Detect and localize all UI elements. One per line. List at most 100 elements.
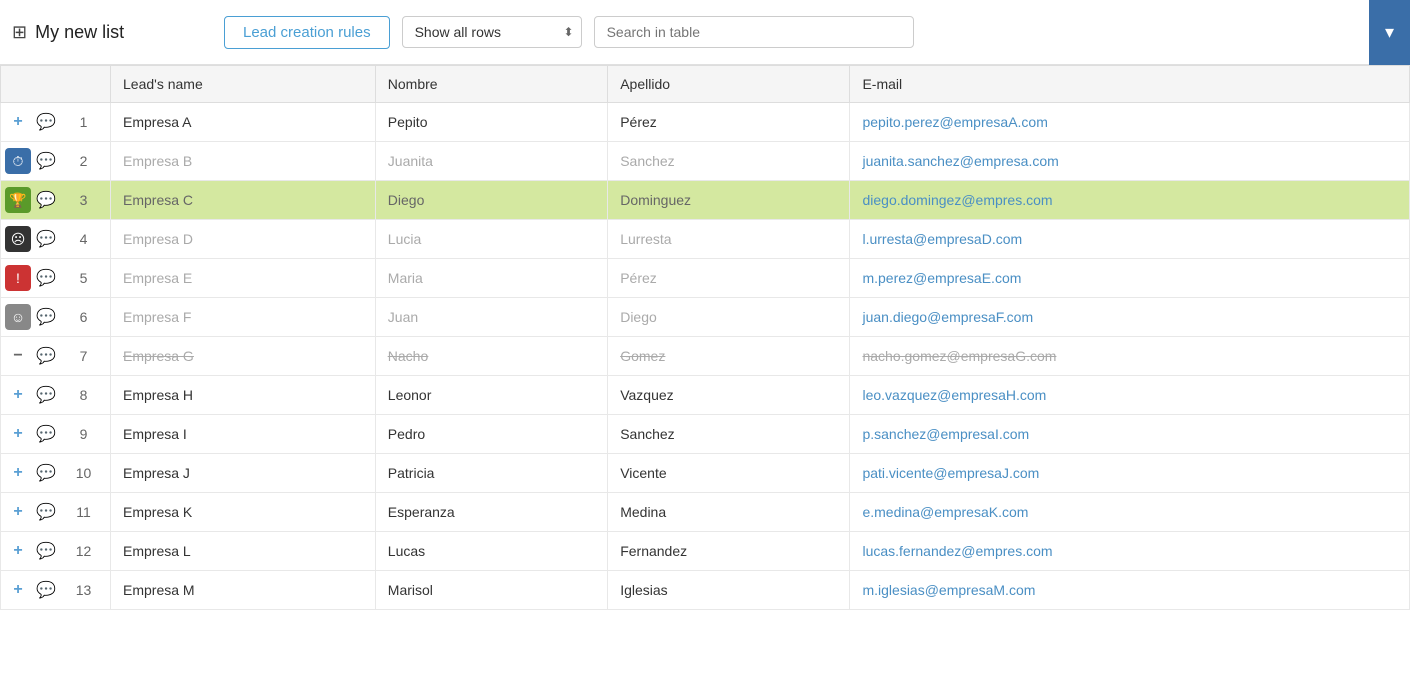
email-link[interactable]: l.urresta@empresaD.com [862,231,1022,247]
email-link[interactable]: lucas.fernandez@empres.com [862,543,1052,559]
email-link[interactable]: e.medina@empresaK.com [862,504,1028,520]
action-cell: ☹ 💬 4 [1,220,111,259]
action-button[interactable]: ☹ [5,226,31,252]
nombre-cell: Leonor [375,376,607,415]
apellido-cell: Sanchez [608,142,850,181]
email-link[interactable]: pati.vicente@empresaJ.com [862,465,1039,481]
comment-button[interactable]: 💬 [33,304,59,330]
comment-button[interactable]: 💬 [33,226,59,252]
comment-button[interactable]: 💬 [33,148,59,174]
comment-button[interactable]: 💬 [33,382,59,408]
table-container: Lead's name Nombre Apellido E-mail + 💬 1… [0,65,1410,610]
row-number: 5 [61,270,106,286]
nombre-cell: Lucia [375,220,607,259]
row-number: 2 [61,153,106,169]
action-button[interactable]: + [5,421,31,447]
nombre-cell: Juanita [375,142,607,181]
action-cell: + 💬 12 [1,532,111,571]
nombre-cell: Maria [375,259,607,298]
table-row: + 💬 1 Empresa A Pepito Pérez pepito.pere… [1,103,1410,142]
email-link[interactable]: m.iglesias@empresaM.com [862,582,1035,598]
row-number: 10 [61,465,106,481]
lead-name-cell: Empresa D [111,220,376,259]
email-link[interactable]: juan.diego@empresaF.com [862,309,1033,325]
lead-name-cell: Empresa H [111,376,376,415]
comment-icon: 💬 [36,502,56,522]
comment-icon: 💬 [36,268,56,288]
lead-name-cell: Empresa L [111,532,376,571]
lead-creation-rules-button[interactable]: Lead creation rules [224,16,390,49]
comment-button[interactable]: 💬 [33,187,59,213]
email-link[interactable]: pepito.perez@empresaA.com [862,114,1047,130]
row-number: 11 [61,504,106,520]
lead-name-cell: Empresa A [111,103,376,142]
email-link[interactable]: m.perez@empresaE.com [862,270,1021,286]
action-button[interactable]: ! [5,265,31,291]
email-link[interactable]: p.sanchez@empresaI.com [862,426,1029,442]
table-row: 🏆 💬 3 Empresa C Diego Dominguez diego.do… [1,181,1410,220]
comment-button[interactable]: 💬 [33,265,59,291]
apellido-cell: Gomez [608,337,850,376]
email-link[interactable]: diego.domingez@empres.com [862,192,1052,208]
show-rows-select[interactable]: Show all rows [402,16,582,48]
comment-button[interactable]: 💬 [33,577,59,603]
action-button[interactable]: + [5,109,31,135]
lead-name-cell: Empresa C [111,181,376,220]
action-button[interactable]: ⏱ [5,148,31,174]
lead-name-cell: Empresa F [111,298,376,337]
email-link[interactable]: nacho.gomez@empresaG.com [862,348,1056,364]
email-cell: leo.vazquez@empresaH.com [850,376,1410,415]
apellido-cell: Lurresta [608,220,850,259]
search-input[interactable] [594,16,914,48]
lead-name-cell: Empresa B [111,142,376,181]
table-header-row: Lead's name Nombre Apellido E-mail [1,66,1410,103]
show-rows-wrapper: Show all rows [402,16,582,48]
comment-button[interactable]: 💬 [33,538,59,564]
chevron-down-icon: ▾ [1385,22,1394,43]
row-number: 8 [61,387,106,403]
table-row: ! 💬 5 Empresa E Maria Pérez m.perez@empr… [1,259,1410,298]
action-cell: 🏆 💬 3 [1,181,111,220]
action-cell: ☺ 💬 6 [1,298,111,337]
comment-icon: 💬 [36,541,56,561]
apellido-cell: Pérez [608,259,850,298]
nombre-cell: Nacho [375,337,607,376]
table-row: + 💬 9 Empresa I Pedro Sanchez p.sanchez@… [1,415,1410,454]
action-button[interactable]: + [5,460,31,486]
action-button[interactable]: − [5,343,31,369]
comment-icon: 💬 [36,229,56,249]
action-cell: + 💬 8 [1,376,111,415]
email-link[interactable]: juanita.sanchez@empresa.com [862,153,1058,169]
lead-name-cell: Empresa K [111,493,376,532]
col-email: E-mail [850,66,1410,103]
comment-button[interactable]: 💬 [33,421,59,447]
table-row: ⏱ 💬 2 Empresa B Juanita Sanchez juanita.… [1,142,1410,181]
title-area: ⊞ My new list [12,22,212,43]
row-number: 1 [61,114,106,130]
lead-name-cell: Empresa G [111,337,376,376]
action-button[interactable]: + [5,577,31,603]
action-button[interactable]: ☺ [5,304,31,330]
lead-name-cell: Empresa J [111,454,376,493]
col-lead-name: Lead's name [111,66,376,103]
apellido-cell: Dominguez [608,181,850,220]
table-row: + 💬 12 Empresa L Lucas Fernandez lucas.f… [1,532,1410,571]
action-button[interactable]: + [5,499,31,525]
comment-button[interactable]: 💬 [33,343,59,369]
email-cell: m.perez@empresaE.com [850,259,1410,298]
email-link[interactable]: leo.vazquez@empresaH.com [862,387,1046,403]
comment-button[interactable]: 💬 [33,499,59,525]
lead-name-cell: Empresa E [111,259,376,298]
action-button[interactable]: 🏆 [5,187,31,213]
page-title: My new list [35,22,124,43]
action-button[interactable]: + [5,382,31,408]
action-button[interactable]: + [5,538,31,564]
comment-button[interactable]: 💬 [33,460,59,486]
dropdown-button[interactable]: ▾ [1369,0,1410,65]
comment-button[interactable]: 💬 [33,109,59,135]
nombre-cell: Diego [375,181,607,220]
email-cell: lucas.fernandez@empres.com [850,532,1410,571]
col-actions [1,66,111,103]
comment-icon: 💬 [36,151,56,171]
nombre-cell: Pepito [375,103,607,142]
